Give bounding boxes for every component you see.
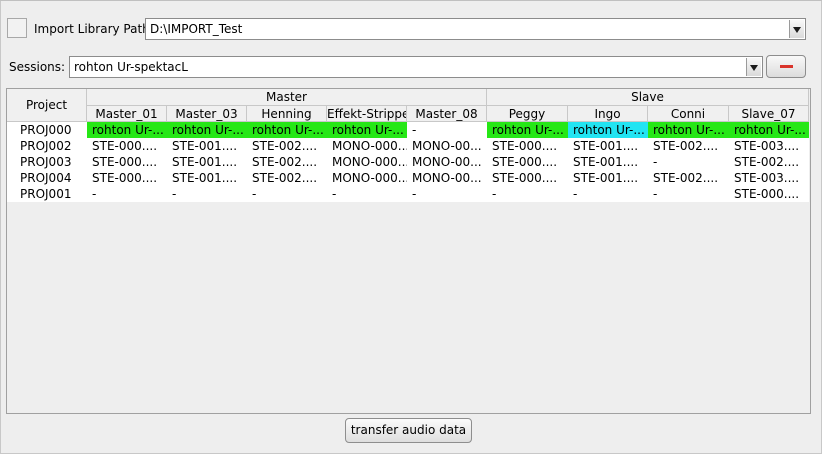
column-header[interactable]: Conni (648, 106, 729, 122)
table-cell[interactable]: STE-000.... (487, 138, 568, 154)
table-cell[interactable]: STE-002.... (247, 138, 327, 154)
chevron-down-icon[interactable] (789, 20, 804, 38)
import-library-path-combo[interactable]: D:\IMPORT_Test (145, 18, 806, 40)
table-row-project[interactable]: PROJ001 (7, 186, 87, 202)
table-cell[interactable]: rohton Ur-... (247, 122, 327, 138)
table-row-project[interactable]: PROJ004 (7, 170, 87, 186)
table-cell[interactable]: STE-002.... (247, 154, 327, 170)
table-cell[interactable]: STE-001.... (167, 138, 247, 154)
group-header-master: Master (87, 89, 487, 106)
column-header-project[interactable]: Project (7, 89, 87, 122)
sessions-table-panel: Project Master Slave Master_01 Master_03 Henn… (6, 88, 811, 414)
table-cell[interactable]: rohton Ur-... (167, 122, 247, 138)
table-cell[interactable]: - (407, 186, 487, 202)
table-cell[interactable]: STE-000.... (87, 170, 167, 186)
table-cell[interactable]: MONO-00... (407, 154, 487, 170)
table-cell[interactable]: rohton Ur-... (87, 122, 167, 138)
table-cell[interactable]: - (568, 186, 648, 202)
group-header-slave: Slave (487, 89, 809, 106)
table-cell[interactable]: STE-001.... (568, 154, 648, 170)
window-border-left (0, 0, 1, 454)
remove-session-button[interactable] (766, 55, 806, 78)
table-row-project[interactable]: PROJ000 (7, 122, 87, 138)
table-cell[interactable]: STE-001.... (568, 170, 648, 186)
table-cell[interactable]: - (327, 186, 407, 202)
table-cell[interactable]: STE-000.... (729, 186, 809, 202)
table-cell[interactable]: STE-000.... (487, 154, 568, 170)
table-row-project[interactable]: PROJ002 (7, 138, 87, 154)
chevron-down-icon[interactable] (746, 58, 761, 76)
column-header[interactable]: Slave_07 (729, 106, 809, 122)
table-cell[interactable]: - (487, 186, 568, 202)
table-cell[interactable]: MONO-000... (327, 138, 407, 154)
table-cell[interactable]: - (407, 122, 487, 138)
table-cell[interactable]: STE-001.... (167, 170, 247, 186)
table-cell[interactable]: MONO-00... (407, 138, 487, 154)
column-header[interactable]: Master_08 (407, 106, 487, 122)
table-cell[interactable]: STE-003.... (729, 170, 809, 186)
table-cell[interactable]: STE-001.... (167, 154, 247, 170)
table-cell[interactable]: - (648, 154, 729, 170)
table-cell[interactable]: MONO-00... (407, 170, 487, 186)
table-cell[interactable]: STE-002.... (648, 138, 729, 154)
table-cell[interactable]: rohton Ur-... (729, 122, 809, 138)
table-cell[interactable]: MONO-000... (327, 154, 407, 170)
table-cell[interactable]: STE-000.... (487, 170, 568, 186)
sessions-label: Sessions: (9, 60, 66, 74)
table-cell[interactable]: rohton Ur-... (327, 122, 407, 138)
table-cell[interactable]: STE-002.... (648, 170, 729, 186)
transfer-audio-data-button[interactable]: transfer audio data (345, 418, 472, 443)
table-cell[interactable]: MONO-000... (327, 170, 407, 186)
column-header[interactable]: Effekt-Strippe (327, 106, 407, 122)
table-cell[interactable]: rohton Ur-... (568, 122, 648, 138)
table-cell[interactable]: - (648, 186, 729, 202)
import-path-checkbox[interactable] (7, 18, 27, 38)
column-header[interactable]: Henning (247, 106, 327, 122)
table-cell[interactable]: - (247, 186, 327, 202)
table-cell[interactable]: STE-001.... (568, 138, 648, 154)
window-border-top (0, 0, 822, 4)
table-cell[interactable]: - (87, 186, 167, 202)
column-header[interactable]: Ingo (568, 106, 648, 122)
table-cell[interactable]: STE-003.... (729, 138, 809, 154)
table-cell[interactable]: STE-000.... (87, 154, 167, 170)
table-cell[interactable]: rohton Ur-... (487, 122, 568, 138)
sessions-combo[interactable]: rohton Ur-spektacL (69, 56, 763, 78)
table-cell[interactable]: - (167, 186, 247, 202)
import-library-path-value: D:\IMPORT_Test (150, 22, 243, 36)
table-cell[interactable]: STE-000.... (87, 138, 167, 154)
sessions-selected-value: rohton Ur-spektacL (74, 60, 188, 74)
column-header[interactable]: Master_01 (87, 106, 167, 122)
column-header[interactable]: Peggy (487, 106, 568, 122)
table-cell[interactable]: rohton Ur-... (648, 122, 729, 138)
table-cell[interactable]: STE-002.... (729, 154, 809, 170)
import-library-path-label: Import Library Path: (34, 22, 154, 36)
table-cell[interactable]: STE-002.... (247, 170, 327, 186)
table-row-project[interactable]: PROJ003 (7, 154, 87, 170)
column-header[interactable]: Master_03 (167, 106, 247, 122)
minus-icon (780, 65, 793, 68)
